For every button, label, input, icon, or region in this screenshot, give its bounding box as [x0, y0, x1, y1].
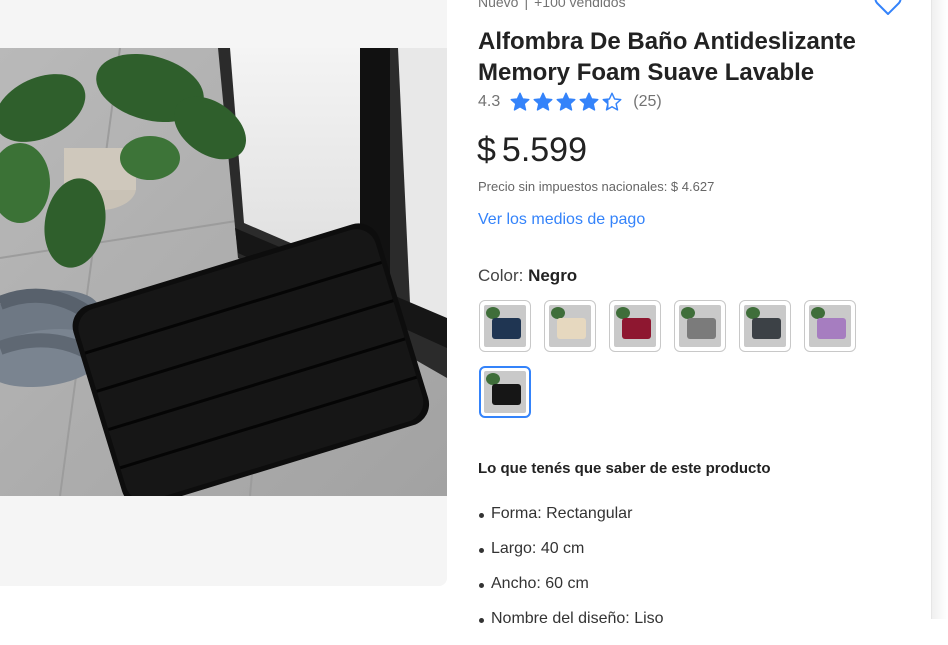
swatch-mat: [751, 317, 781, 339]
color-swatch-dark-grey[interactable]: [739, 300, 791, 352]
favorite-button[interactable]: [873, 0, 903, 16]
color-selected-value: Negro: [528, 266, 578, 285]
star-icon: [602, 92, 622, 111]
rating-row[interactable]: 4.3 (25): [478, 91, 662, 113]
subtitle-separator: |: [524, 0, 529, 10]
swatch-thumbnail: [744, 305, 786, 347]
color-swatch-lilac[interactable]: [804, 300, 856, 352]
star-icon: [579, 92, 599, 111]
bath-mat-photo: [0, 48, 447, 496]
swatch-thumbnail: [484, 305, 526, 347]
color-swatch-navy[interactable]: [479, 300, 531, 352]
product-subtitle: Nuevo | +100 vendidos: [478, 0, 626, 10]
product-image[interactable]: [0, 48, 447, 496]
swatch-thumbnail: [679, 305, 721, 347]
features-list: Forma: Rectangular Largo: 40 cm Ancho: 6…: [478, 505, 664, 645]
feature-item: Largo: 40 cm: [478, 540, 664, 575]
color-swatch-grey[interactable]: [674, 300, 726, 352]
color-label: Color: Negro: [478, 266, 577, 286]
swatch-mat: [686, 317, 716, 339]
swatch-mat: [491, 383, 521, 405]
swatch-thumbnail: [549, 305, 591, 347]
feature-item: Ancho: 60 cm: [478, 575, 664, 610]
swatch-thumbnail: [809, 305, 851, 347]
swatch-thumbnail: [484, 371, 526, 413]
rating-value: 4.3: [478, 93, 501, 110]
color-swatch-black[interactable]: [479, 366, 531, 418]
scroll-shadow: [932, 0, 948, 619]
heart-icon: [874, 0, 902, 15]
swatch-mat: [556, 317, 586, 339]
swatch-mat: [621, 317, 651, 339]
rating-stars: [510, 92, 625, 112]
swatch-mat: [816, 317, 846, 339]
condition-label: Nuevo: [478, 0, 519, 10]
color-swatch-wine[interactable]: [609, 300, 661, 352]
swatch-mat: [491, 317, 521, 339]
product-gallery: [0, 0, 447, 586]
star-icon: [556, 92, 576, 111]
star-icon: [510, 92, 530, 111]
payment-methods-link[interactable]: Ver los medios de pago: [478, 211, 645, 229]
swatch-thumbnail: [614, 305, 656, 347]
color-swatch-beige[interactable]: [544, 300, 596, 352]
price: $5.599: [477, 131, 587, 170]
review-count: (25): [633, 93, 662, 110]
features-title: Lo que tenés que saber de este producto: [478, 460, 771, 477]
feature-item: Nombre del diseño: Liso: [478, 610, 664, 645]
product-title: Alfombra De Baño Antideslizante Memory F…: [478, 28, 856, 86]
currency-symbol: $: [477, 131, 496, 169]
price-amount: 5.599: [501, 131, 588, 169]
sold-count: +100 vendidos: [534, 0, 626, 10]
star-icon: [533, 92, 553, 111]
color-label-prefix: Color:: [478, 266, 529, 285]
feature-item: Forma: Rectangular: [478, 505, 664, 540]
tax-note: Precio sin impuestos nacionales: $ 4.627: [478, 179, 715, 194]
